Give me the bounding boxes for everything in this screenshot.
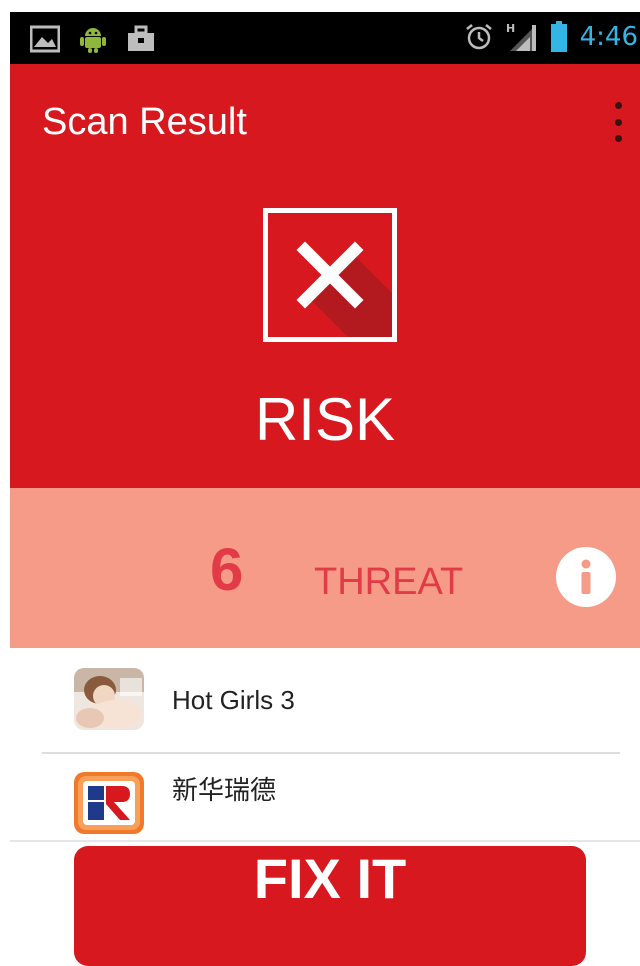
close-icon <box>263 208 397 342</box>
alarm-icon <box>465 24 492 50</box>
svg-text:H: H <box>506 22 515 35</box>
scan-result-header: Scan Result RISK <box>10 64 640 488</box>
status-bar: H 4:46 <box>10 12 640 64</box>
action-divider <box>10 840 640 842</box>
app-logo-icon <box>74 772 144 834</box>
app-name: Hot Girls 3 <box>172 685 295 715</box>
info-button[interactable] <box>555 546 617 608</box>
fix-it-button[interactable]: FIX IT <box>74 846 586 966</box>
threat-label: THREAT <box>314 561 464 603</box>
risk-status-label: RISK <box>254 386 396 453</box>
threat-summary: 6 THREAT <box>10 488 640 648</box>
app-name: 新华瑞德 <box>172 775 277 805</box>
battery-icon <box>550 21 567 52</box>
app-thumbnail-icon <box>74 668 144 730</box>
more-vert-icon[interactable] <box>610 102 626 142</box>
info-icon <box>556 547 616 607</box>
signal-h-icon: H <box>506 22 536 51</box>
gallery-icon <box>30 25 60 53</box>
system-icons: H 4:46 <box>464 20 638 54</box>
threat-app-list: Hot Girls 3 新华瑞德 <box>0 648 640 856</box>
list-item[interactable]: Hot Girls 3 <box>0 648 640 752</box>
briefcase-icon <box>128 25 154 51</box>
threat-count: 6 <box>210 536 244 603</box>
android-icon <box>80 28 106 53</box>
page-title: Scan Result <box>42 101 247 143</box>
notification-icons <box>30 24 156 54</box>
clock-time: 4:46 <box>579 22 638 52</box>
